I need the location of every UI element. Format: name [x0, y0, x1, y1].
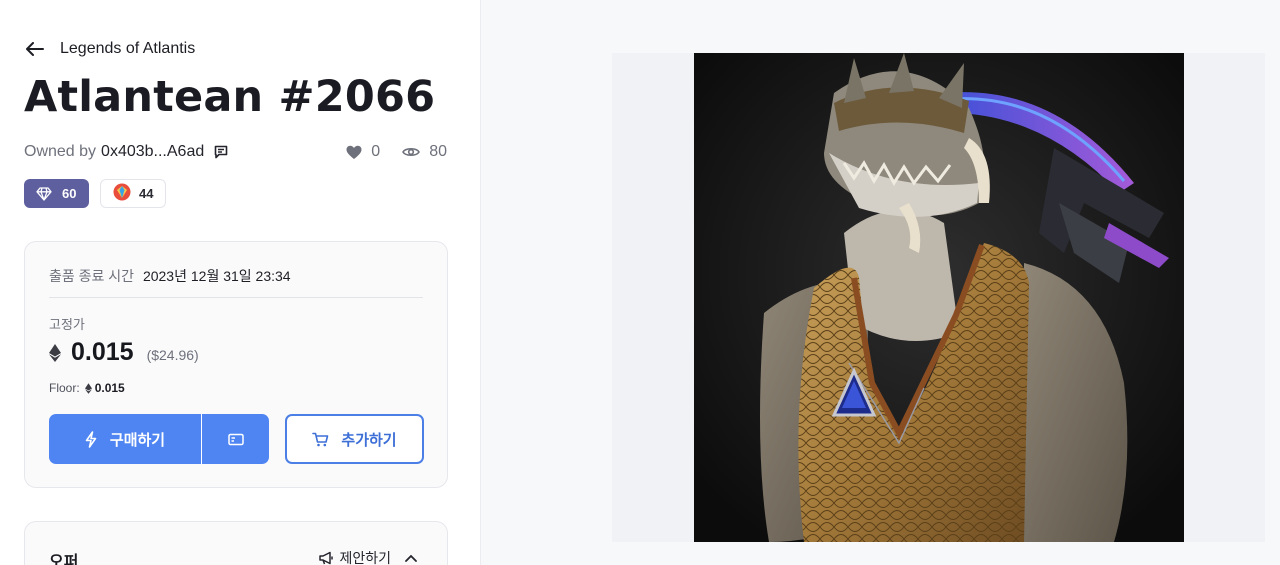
floor-value: 0.015	[94, 381, 125, 395]
arrow-left-icon[interactable]	[24, 38, 46, 60]
megaphone-icon	[319, 551, 334, 565]
rank-badge[interactable]: 44	[100, 179, 166, 208]
chevron-up-icon[interactable]	[405, 554, 417, 562]
listing-card: 출품 종료 시간 2023년 12월 31일 23:34 고정가 0.015 (…	[24, 241, 448, 488]
heart-icon	[346, 145, 362, 159]
buy-button-group: 구매하기	[49, 414, 269, 464]
eth-icon	[49, 343, 61, 362]
collection-name[interactable]: Legends of Atlantis	[60, 40, 195, 58]
offers-section: 오퍼 제안하기	[24, 521, 448, 565]
nft-image[interactable]	[694, 53, 1184, 542]
sale-end-label: 출품 종료 시간	[49, 268, 135, 284]
badges: 60 44	[24, 179, 177, 208]
gem-badge-value: 60	[62, 186, 77, 201]
floor-row: Floor: 0.015	[49, 381, 125, 395]
cart-icon	[312, 432, 329, 446]
owner-address[interactable]: 0x403b...A6ad	[101, 143, 204, 161]
buy-button-label: 구매하기	[109, 431, 166, 449]
owner-label: Owned by	[24, 143, 97, 160]
media-panel	[481, 0, 1280, 565]
make-offer-button[interactable]: 제안하기	[318, 548, 391, 565]
view-count-value: 80	[429, 143, 447, 160]
rank-badge-value: 44	[139, 186, 154, 201]
collection-link[interactable]: Legends of Atlantis	[24, 36, 195, 62]
page-title: Atlantean #2066	[24, 72, 436, 122]
make-offer-label: 제안하기	[339, 550, 391, 565]
rank-icon	[113, 183, 131, 204]
sale-end-row: 출품 종료 시간 2023년 12월 31일 23:34	[49, 266, 291, 286]
gem-badge[interactable]: 60	[24, 179, 89, 208]
sale-end-value: 2023년 12월 31일 23:34	[142, 268, 291, 284]
price-value: 0.015	[71, 338, 134, 366]
nft-image-frame	[612, 53, 1265, 542]
card-payment-button[interactable]	[202, 414, 269, 464]
fixed-price-label: 고정가	[49, 317, 85, 332]
diamond-icon	[36, 186, 52, 201]
view-count: 80	[402, 143, 447, 161]
chat-icon[interactable]	[212, 143, 230, 161]
add-to-cart-button[interactable]: 추가하기	[285, 414, 424, 464]
like-count-value: 0	[371, 143, 381, 160]
floor-label: Floor:	[49, 381, 80, 395]
item-stats: 0 80	[324, 141, 447, 163]
offers-actions: 제안하기	[318, 548, 417, 565]
price-row: 0.015 ($24.96)	[49, 338, 199, 367]
eth-icon	[84, 382, 92, 394]
eye-icon	[402, 148, 421, 156]
owner-row: Owned by 0x403b...A6ad	[24, 141, 230, 163]
card-icon	[227, 433, 244, 445]
detail-panel: Legends of Atlantis Atlantean #2066 Owne…	[0, 0, 481, 565]
price-usd: ($24.96)	[146, 347, 199, 363]
buy-button[interactable]: 구매하기	[49, 414, 202, 464]
lightning-icon	[85, 430, 97, 448]
like-count[interactable]: 0	[346, 143, 380, 161]
add-to-cart-label: 추가하기	[341, 431, 397, 449]
divider	[49, 297, 423, 298]
offers-title: 오퍼	[49, 554, 79, 565]
